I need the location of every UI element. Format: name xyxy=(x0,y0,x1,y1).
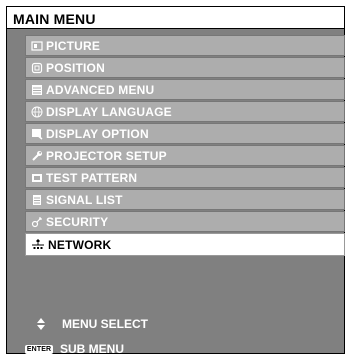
menu-item-label: TEST PATTERN xyxy=(46,170,138,185)
wrench-icon xyxy=(31,150,43,162)
picture-icon xyxy=(31,40,43,52)
menu-item-label: POSITION xyxy=(46,60,105,75)
menu-item-label: SIGNAL LIST xyxy=(46,192,123,207)
menu-item-signal-list[interactable]: SIGNAL LIST xyxy=(25,189,345,210)
menu-item-position[interactable]: POSITION xyxy=(25,57,345,78)
menu-item-label: SECURITY xyxy=(46,214,109,229)
menu-item-label: NETWORK xyxy=(48,237,112,252)
enter-key-icon: ENTER xyxy=(24,344,54,354)
main-menu-window: MAIN MENU PICTURE POSITION ADVANCED MENU… xyxy=(0,0,350,360)
page-title: MAIN MENU xyxy=(13,11,96,27)
sub-menu-hint: ENTER SUB MENU xyxy=(24,342,125,356)
sub-menu-label: SUB MENU xyxy=(60,342,125,356)
up-down-arrows-icon xyxy=(30,318,52,330)
menu-item-security[interactable]: SECURITY xyxy=(25,211,345,232)
menu-select-label: MENU SELECT xyxy=(62,317,149,331)
menu-select-hint: MENU SELECT xyxy=(30,317,148,331)
menu-item-label: PICTURE xyxy=(46,38,101,53)
menu-item-display-option[interactable]: DISPLAY OPTION xyxy=(25,123,345,144)
display-option-icon xyxy=(31,128,43,140)
advanced-menu-icon xyxy=(31,84,43,96)
menu-item-projector-setup[interactable]: PROJECTOR SETUP xyxy=(25,145,345,166)
menu-item-label: DISPLAY LANGUAGE xyxy=(46,104,172,119)
position-icon xyxy=(31,62,43,74)
enter-badge: ENTER xyxy=(24,344,54,354)
menu-item-network[interactable]: NETWORK xyxy=(25,233,345,256)
menu-item-label: ADVANCED MENU xyxy=(46,82,155,97)
signal-list-icon xyxy=(31,194,43,206)
menu-item-advanced-menu[interactable]: ADVANCED MENU xyxy=(25,79,345,100)
menu-item-display-language[interactable]: DISPLAY LANGUAGE xyxy=(25,101,345,122)
globe-icon xyxy=(31,106,43,118)
menu-item-picture[interactable]: PICTURE xyxy=(25,35,345,56)
title-bar: MAIN MENU xyxy=(6,6,345,30)
menu-item-label: DISPLAY OPTION xyxy=(46,126,149,141)
key-icon xyxy=(31,216,43,228)
menu-item-test-pattern[interactable]: TEST PATTERN xyxy=(25,167,345,188)
menu-item-label: PROJECTOR SETUP xyxy=(46,148,167,163)
test-pattern-icon xyxy=(31,172,43,184)
network-icon xyxy=(31,238,45,251)
